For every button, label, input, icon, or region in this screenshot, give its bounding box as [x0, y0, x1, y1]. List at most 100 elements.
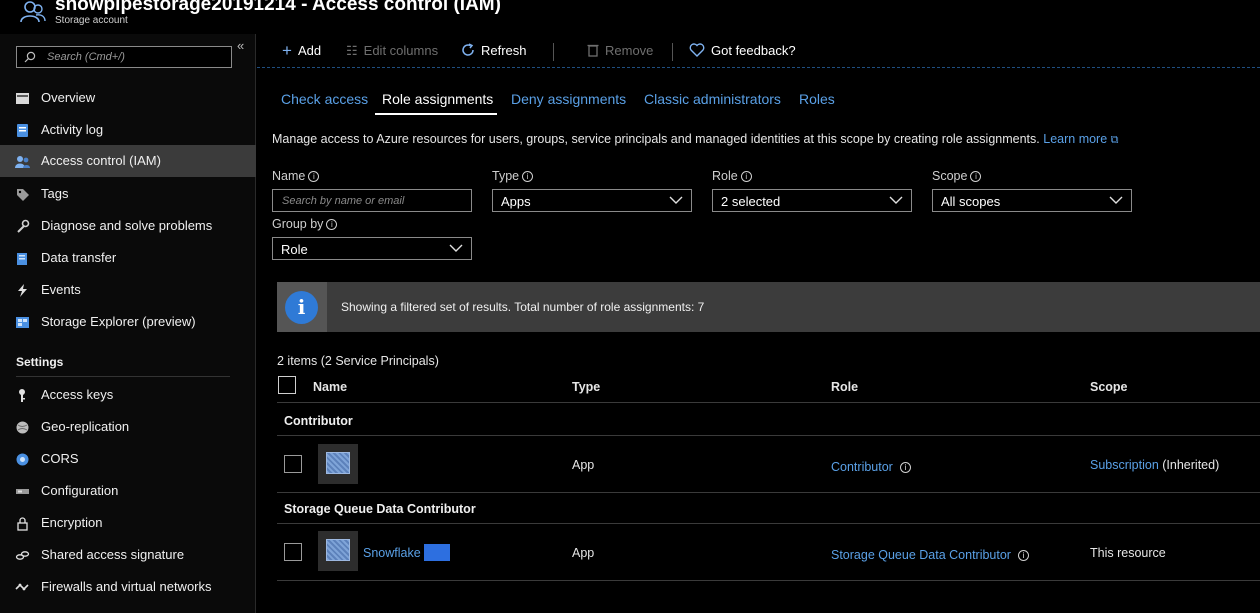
info-icon: i	[970, 171, 982, 182]
role-link[interactable]: Contributor	[831, 460, 893, 474]
active-tab-indicator	[375, 113, 497, 115]
feedback-button[interactable]: Got feedback?	[689, 43, 796, 58]
refresh-button[interactable]: Refresh	[461, 43, 527, 58]
blade-header: snowpipestorage20191214 - Access control…	[0, 0, 1260, 34]
data-transfer-icon	[17, 253, 27, 265]
sidebar-item-firewalls[interactable]: Firewalls and virtual networks	[0, 571, 256, 603]
select-all-checkbox[interactable]	[278, 376, 296, 394]
role-value: 2 selected	[721, 194, 781, 209]
column-header-scope[interactable]: Scope	[1090, 380, 1128, 394]
sidebar-item-label: Configuration	[41, 483, 119, 498]
sidebar-item-label: Overview	[41, 90, 96, 105]
name-label-text: Name	[272, 169, 306, 183]
sidebar-item-events[interactable]: Events	[0, 274, 256, 306]
menu-search-input[interactable]: Search (Cmd+/)	[16, 46, 232, 68]
sidebar-item-shared-access-signature[interactable]: Shared access signature	[0, 539, 256, 571]
tab-deny-assignments[interactable]: Deny assignments	[511, 91, 626, 107]
scope-dropdown[interactable]: All scopes	[932, 189, 1132, 212]
sidebar-item-overview[interactable]: Overview	[0, 82, 256, 114]
sidebar-item-label: Firewalls and virtual networks	[41, 579, 212, 594]
tab-role-assignments[interactable]: Role assignments	[382, 91, 493, 107]
sidebar-item-diagnose[interactable]: Diagnose and solve problems	[0, 210, 256, 242]
overview-icon	[16, 93, 29, 104]
learn-more-label: Learn more	[1043, 132, 1108, 146]
people-icon	[20, 1, 46, 23]
column-header-name[interactable]: Name	[313, 380, 347, 394]
chevron-down-icon	[889, 196, 903, 204]
info-icon: i	[740, 171, 752, 182]
table-divider	[277, 523, 1260, 524]
chevron-down-icon	[1109, 196, 1123, 204]
storage-explorer-icon	[16, 317, 29, 328]
link-icon	[15, 551, 30, 560]
sidebar-item-configuration[interactable]: Configuration	[0, 475, 256, 507]
scope-value: All scopes	[941, 194, 1001, 209]
external-link-icon: ⧉	[1110, 134, 1119, 146]
info-icon[interactable]: i	[899, 462, 911, 473]
scope-link[interactable]: Subscription	[1090, 458, 1159, 472]
activity-log-icon	[17, 124, 28, 137]
section-divider	[16, 376, 230, 377]
group-by-label: Group by i	[272, 217, 338, 231]
tab-classic-administrators[interactable]: Classic administrators	[644, 91, 781, 107]
tab-roles[interactable]: Roles	[799, 91, 835, 107]
toolbar-divider	[553, 43, 554, 61]
sidebar-item-label: Events	[41, 282, 81, 297]
table-divider	[277, 580, 1260, 581]
edit-columns-label: Edit columns	[363, 43, 439, 58]
learn-more-link[interactable]: Learn more ⧉	[1043, 132, 1118, 146]
collapse-menu-button[interactable]: «	[237, 38, 244, 53]
sidebar-item-data-transfer[interactable]: Data transfer	[0, 242, 256, 274]
sidebar-item-geo-replication[interactable]: Geo-replication	[0, 411, 256, 443]
heart-icon	[689, 43, 705, 57]
row-checkbox[interactable]	[284, 455, 302, 473]
globe-icon	[16, 421, 29, 434]
key-icon	[19, 389, 25, 402]
sidebar-item-storage-explorer[interactable]: Storage Explorer (preview)	[0, 306, 256, 338]
info-icon: i	[326, 219, 338, 230]
app-icon	[326, 452, 350, 474]
group-by-value: Role	[281, 242, 308, 257]
add-button[interactable]: + Add	[282, 42, 321, 59]
sidebar-item-label: Diagnose and solve problems	[41, 218, 213, 233]
group-header-contributor: Contributor	[284, 414, 353, 428]
row-checkbox[interactable]	[284, 543, 302, 561]
sidebar-item-access-control[interactable]: Access control (IAM)	[0, 145, 256, 177]
row-role-cell: Storage Queue Data Contributor i	[831, 548, 1029, 562]
edit-columns-button[interactable]: ☷ Edit columns	[346, 43, 438, 59]
column-header-type[interactable]: Type	[572, 380, 600, 394]
info-icon[interactable]: i	[1017, 550, 1029, 561]
remove-label: Remove	[605, 43, 654, 58]
sidebar-item-cors[interactable]: CORS	[0, 443, 256, 475]
group-by-label-text: Group by	[272, 217, 324, 231]
group-by-dropdown[interactable]: Role	[272, 237, 472, 260]
sidebar-item-label: Activity log	[41, 122, 104, 137]
sidebar-item-tags[interactable]: Tags	[0, 178, 256, 210]
lock-icon	[17, 517, 28, 531]
name-search-input[interactable]: Search by name or email	[272, 189, 472, 212]
tab-check-access[interactable]: Check access	[281, 91, 368, 107]
remove-button[interactable]: Remove	[587, 43, 653, 58]
page-title: snowpipestorage20191214 - Access control…	[55, 0, 501, 15]
network-icon	[15, 583, 29, 591]
app-avatar	[318, 531, 358, 571]
table-divider	[277, 402, 1260, 403]
sidebar-item-access-keys[interactable]: Access keys	[0, 379, 256, 411]
sidebar-item-encryption[interactable]: Encryption	[0, 507, 256, 539]
refresh-icon	[462, 43, 474, 56]
scope-label-text: Scope	[932, 169, 968, 183]
column-header-role[interactable]: Role	[831, 380, 858, 394]
sidebar-item-activity-log[interactable]: Activity log	[0, 114, 256, 146]
table-divider	[277, 435, 1260, 436]
row-name[interactable]: Snowflake	[363, 546, 421, 560]
sidebar-item-label: Access keys	[41, 387, 114, 402]
role-dropdown[interactable]: 2 selected	[712, 189, 912, 212]
row-scope-cell: Subscription (Inherited)	[1090, 458, 1219, 472]
redaction-block	[424, 544, 450, 561]
info-icon: i	[285, 291, 318, 324]
sidebar-item-label: Access control (IAM)	[41, 153, 161, 168]
role-link[interactable]: Storage Queue Data Contributor	[831, 548, 1011, 562]
sidebar-item-label: Storage Explorer (preview)	[41, 314, 196, 329]
type-dropdown[interactable]: Apps	[492, 189, 692, 212]
people-icon	[15, 156, 30, 168]
